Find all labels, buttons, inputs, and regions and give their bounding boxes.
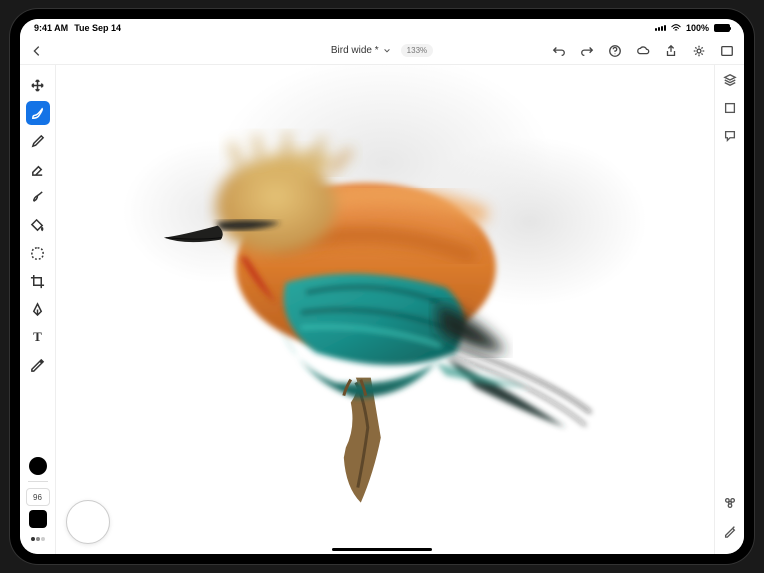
home-indicator[interactable]: [332, 548, 432, 551]
settings-button[interactable]: [692, 44, 706, 58]
zoom-level[interactable]: 133%: [401, 44, 433, 57]
pen-tool[interactable]: [26, 297, 50, 321]
layers-panel-button[interactable]: [723, 73, 737, 87]
right-toolbar: [714, 65, 744, 554]
main-area: T 96: [20, 65, 744, 554]
screen: 9:41 AM Tue Sep 14 100% Bird wide *: [20, 19, 744, 554]
comments-panel-button[interactable]: [723, 129, 737, 143]
precision-panel-button[interactable]: [723, 496, 737, 510]
color-picker-ring[interactable]: [66, 500, 110, 544]
canvas[interactable]: [56, 65, 714, 554]
text-tool[interactable]: T: [26, 325, 50, 349]
fill-tool[interactable]: [26, 213, 50, 237]
undo-button[interactable]: [552, 44, 566, 58]
eraser-tool[interactable]: [26, 157, 50, 181]
brush-size-chip[interactable]: 96: [26, 488, 50, 506]
ipad-frame: 9:41 AM Tue Sep 14 100% Bird wide *: [10, 9, 754, 564]
foreground-color-swatch[interactable]: [29, 457, 47, 475]
cellular-signal-icon: [655, 25, 666, 31]
paint-brush-tool[interactable]: [26, 129, 50, 153]
wifi-icon: [671, 24, 681, 32]
brush-flow-icon[interactable]: [29, 532, 47, 546]
chevron-down-icon: [383, 47, 391, 55]
move-tool[interactable]: [26, 73, 50, 97]
eyedropper-tool[interactable]: [26, 353, 50, 377]
properties-panel-button[interactable]: [723, 101, 737, 115]
help-button[interactable]: [608, 44, 622, 58]
share-button[interactable]: [664, 44, 678, 58]
selection-tool[interactable]: [26, 241, 50, 265]
secondary-color-swatch[interactable]: [29, 510, 47, 528]
smudge-tool[interactable]: [26, 185, 50, 209]
edit-panel-button[interactable]: [723, 524, 737, 538]
app-header: Bird wide * 133%: [20, 37, 744, 65]
artwork-bird: [146, 127, 606, 507]
document-title-dropdown[interactable]: Bird wide *: [331, 45, 391, 56]
crop-tool[interactable]: [26, 269, 50, 293]
battery-icon: [714, 24, 730, 32]
fullscreen-button[interactable]: [720, 44, 734, 58]
document-title: Bird wide *: [331, 45, 379, 56]
status-date: Tue Sep 14: [74, 23, 121, 33]
status-bar: 9:41 AM Tue Sep 14 100%: [20, 19, 744, 37]
left-toolbar: T 96: [20, 65, 56, 554]
cloud-sync-button[interactable]: [636, 44, 650, 58]
redo-button[interactable]: [580, 44, 594, 58]
battery-percent: 100%: [686, 23, 709, 33]
divider: [28, 481, 48, 482]
status-time: 9:41 AM: [34, 23, 68, 33]
back-button[interactable]: [30, 44, 44, 58]
brush-tool[interactable]: [26, 101, 50, 125]
